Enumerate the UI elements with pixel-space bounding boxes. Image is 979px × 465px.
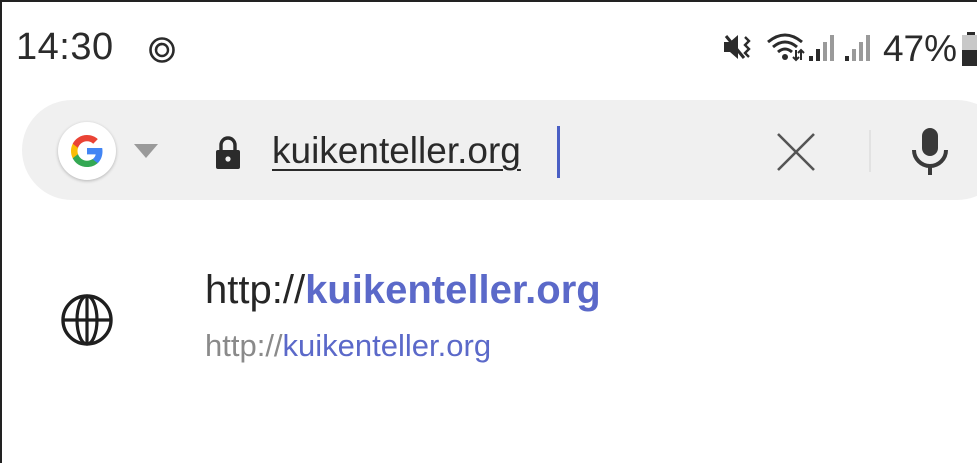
globe-icon bbox=[59, 292, 115, 353]
url-input[interactable]: kuikenteller.org bbox=[272, 130, 521, 172]
sync-icon bbox=[147, 35, 177, 65]
status-right-group: 47% bbox=[721, 26, 977, 72]
clear-icon[interactable] bbox=[774, 130, 818, 174]
mic-icon[interactable] bbox=[900, 122, 960, 182]
suggestion-title: http://kuikenteller.org bbox=[205, 268, 601, 313]
status-bar: 14:30 47% bbox=[2, 2, 977, 94]
omnibox-divider bbox=[869, 130, 871, 172]
chevron-down-icon[interactable] bbox=[134, 144, 158, 158]
signal-icon bbox=[807, 32, 839, 67]
suggestion-title-highlight: kuikenteller.org bbox=[305, 268, 601, 312]
lock-icon[interactable] bbox=[212, 136, 244, 175]
signal-icon-2 bbox=[843, 32, 875, 67]
status-time: 14:30 bbox=[16, 26, 114, 68]
battery-percent: 47% bbox=[882, 28, 957, 69]
suggestion-subtitle-highlight: kuikenteller.org bbox=[282, 328, 492, 363]
suggestion-item[interactable]: http://kuikenteller.org http://kuikentel… bbox=[2, 248, 977, 388]
suggestion-subtitle: http://kuikenteller.org bbox=[205, 328, 491, 364]
omnibox[interactable]: kuikenteller.org bbox=[22, 100, 977, 200]
wifi-icon bbox=[765, 30, 805, 69]
google-g-icon[interactable] bbox=[58, 122, 116, 180]
screen-frame: 14:30 47% kuikenteller.org http://kuiken… bbox=[0, 0, 977, 463]
suggestion-title-prefix: http:// bbox=[205, 268, 306, 312]
suggestion-subtitle-prefix: http:// bbox=[205, 328, 283, 363]
text-cursor bbox=[557, 126, 560, 178]
mute-vibrate-icon bbox=[721, 30, 755, 69]
battery-icon bbox=[961, 32, 977, 66]
